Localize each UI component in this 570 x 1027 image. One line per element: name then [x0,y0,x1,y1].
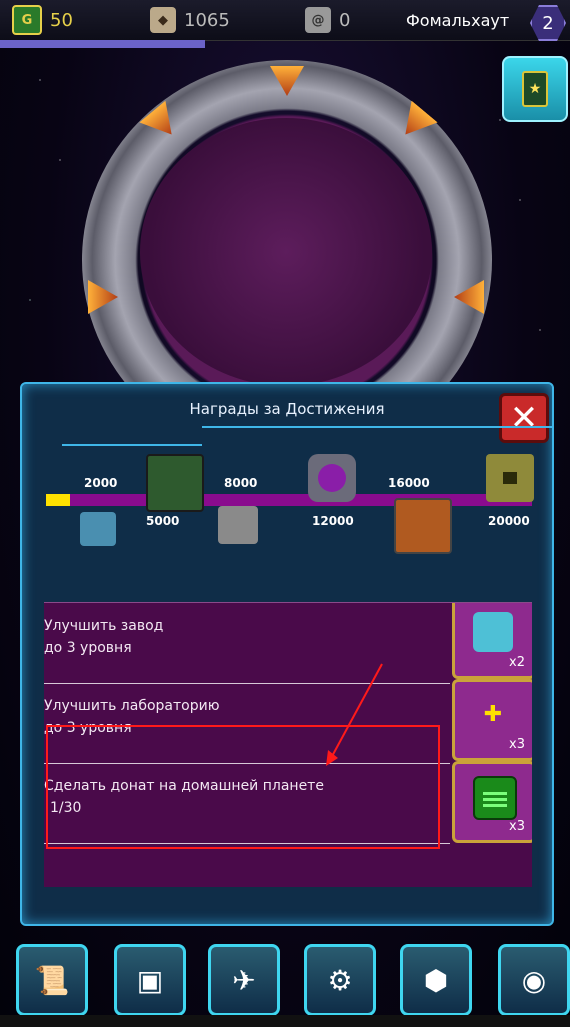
arrow-line [329,663,383,761]
milestone-label: 2000 [84,476,118,490]
bottom-nav: 📜 ▣ ✈ ⚙ ⬢ ◉ [0,940,570,1027]
milestone-label: 12000 [312,514,354,528]
achievement-title: Улучшить лабораторию [44,698,220,714]
top-bar: G 50 ◆ 1065 @ 0 Фомальхаут 2 [0,0,570,41]
chip-icon[interactable] [486,454,534,502]
plus-gem-icon: ✚ [483,701,503,727]
card-icon: ★ [522,71,548,107]
cargo-capsule-icon[interactable] [394,498,452,554]
spiral-amount: 0 [339,9,351,31]
crate-icon: ▣ [136,963,164,997]
reward-slot[interactable]: x3 [452,761,532,843]
spiral-icon: @ [305,7,331,33]
gold-resource[interactable]: G 50 [12,5,73,35]
milestone-label: 5000 [146,514,180,528]
scroll-icon: 📜 [34,963,70,997]
decor-line [202,426,552,428]
arrow-head [326,750,338,766]
ship-icon: ✈ [232,963,256,997]
metal-box-icon[interactable] [218,506,258,544]
achievement-subtitle: до 3 уровня [44,640,132,656]
dialog-title: Награды за Достижения [189,400,385,418]
milestone-label: 16000 [388,476,430,490]
achievement-title: Улучшить завод [44,618,164,634]
terminal-icon [473,776,517,820]
journal-button[interactable]: 📜 [16,944,88,1016]
gem-icon: ⬢ [423,963,449,997]
reward-slot[interactable]: x2 [452,603,532,679]
milestone-label: 20000 [488,514,530,528]
crystal-resource[interactable]: ◆ 1065 [150,6,230,34]
crystal-amount: 1065 [184,9,230,31]
crate-button[interactable]: ▣ [114,944,186,1016]
radar-icon: ◉ [521,963,547,997]
gem-core [318,464,346,492]
gold-card-icon: G [12,5,42,35]
diamond-icon: ◆ [150,7,176,33]
milestone-label: 8000 [224,476,258,490]
capsule-icon [473,612,513,652]
stargate-portal[interactable] [140,118,432,386]
decor-line [62,444,202,446]
reward-quantity: x2 [509,655,525,670]
gears-button[interactable]: ⚙ [304,944,376,1016]
reward-slot[interactable]: ✚ x3 [452,679,532,761]
reward-quantity: x3 [509,737,525,752]
achievement-progress-fill [46,494,71,506]
annotation-arrow [326,663,383,766]
xp-progress-bar [0,40,206,48]
gear-icon: ⚙ [327,963,353,997]
blue-crystal-icon[interactable] [80,512,116,546]
gold-amount: 50 [50,9,73,31]
system-bar [0,1015,570,1027]
achievement-text: Улучшить завод до 3 уровня [44,615,163,659]
ship-button[interactable]: ✈ [208,944,280,1016]
planet-name[interactable]: Фомальхаут [406,6,509,34]
green-crate-icon[interactable] [146,454,204,512]
close-button[interactable]: ✕ [499,393,549,443]
achievement-progress-bar [46,494,532,506]
radar-button[interactable]: ◉ [498,944,570,1016]
terminal-lines [483,791,507,795]
artifact-button[interactable]: ⬢ [400,944,472,1016]
portal-gem-icon[interactable] [308,454,356,502]
cards-button[interactable]: ★ [502,56,568,122]
reward-quantity: x3 [509,819,525,834]
chip-core [503,472,517,484]
spiral-resource[interactable]: @ 0 [305,6,350,34]
level-badge[interactable]: 2 [530,5,566,41]
